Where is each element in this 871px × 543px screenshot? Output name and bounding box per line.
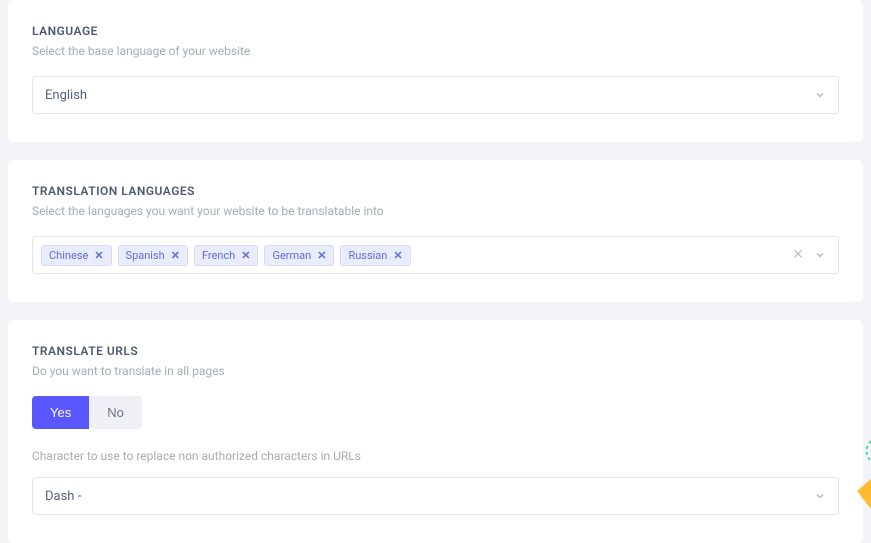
multiselect-controls: ✕: [792, 248, 830, 262]
translate-urls-section: TRANSLATE URLS Do you want to translate …: [8, 320, 863, 543]
language-tag: Chinese ✕: [41, 245, 112, 266]
remove-tag-icon[interactable]: ✕: [94, 250, 103, 261]
remove-tag-icon[interactable]: ✕: [241, 250, 250, 261]
chevron-down-icon[interactable]: [814, 249, 826, 261]
remove-tag-icon[interactable]: ✕: [171, 250, 180, 261]
replace-char-value: Dash -: [45, 489, 814, 504]
no-button[interactable]: No: [89, 396, 142, 429]
translate-urls-toggle: Yes No: [32, 396, 142, 429]
translation-multiselect[interactable]: Chinese ✕ Spanish ✕ French ✕ German ✕ Ru…: [32, 236, 839, 274]
remove-tag-icon[interactable]: ✕: [393, 250, 402, 261]
translation-title: TRANSLATION LANGUAGES: [32, 184, 839, 198]
tag-label: Spanish: [126, 249, 165, 262]
language-title: LANGUAGE: [32, 24, 839, 38]
chevron-down-icon: [814, 89, 826, 101]
language-selected-value: English: [45, 88, 814, 103]
translate-urls-desc: Do you want to translate in all pages: [32, 364, 839, 378]
tag-label: French: [202, 249, 235, 262]
language-tag: Spanish ✕: [118, 245, 188, 266]
language-tag: French ✕: [194, 245, 259, 266]
translate-urls-title: TRANSLATE URLS: [32, 344, 839, 358]
replace-char-select[interactable]: Dash -: [32, 477, 839, 515]
replace-char-desc: Character to use to replace non authoriz…: [32, 449, 839, 463]
language-section: LANGUAGE Select the base language of you…: [8, 0, 863, 142]
translation-section: TRANSLATION LANGUAGES Select the languag…: [8, 160, 863, 302]
language-tag: Russian ✕: [340, 245, 410, 266]
language-desc: Select the base language of your website: [32, 44, 839, 58]
translation-desc: Select the languages you want your websi…: [32, 204, 839, 218]
yes-button[interactable]: Yes: [32, 396, 89, 429]
tag-label: German: [272, 249, 311, 262]
language-tag: German ✕: [264, 245, 334, 266]
remove-tag-icon[interactable]: ✕: [317, 250, 326, 261]
tag-label: Russian: [348, 249, 387, 262]
language-select[interactable]: English: [32, 76, 839, 114]
clear-all-icon[interactable]: ✕: [792, 248, 804, 262]
chevron-down-icon: [814, 490, 826, 502]
tag-label: Chinese: [49, 249, 88, 262]
